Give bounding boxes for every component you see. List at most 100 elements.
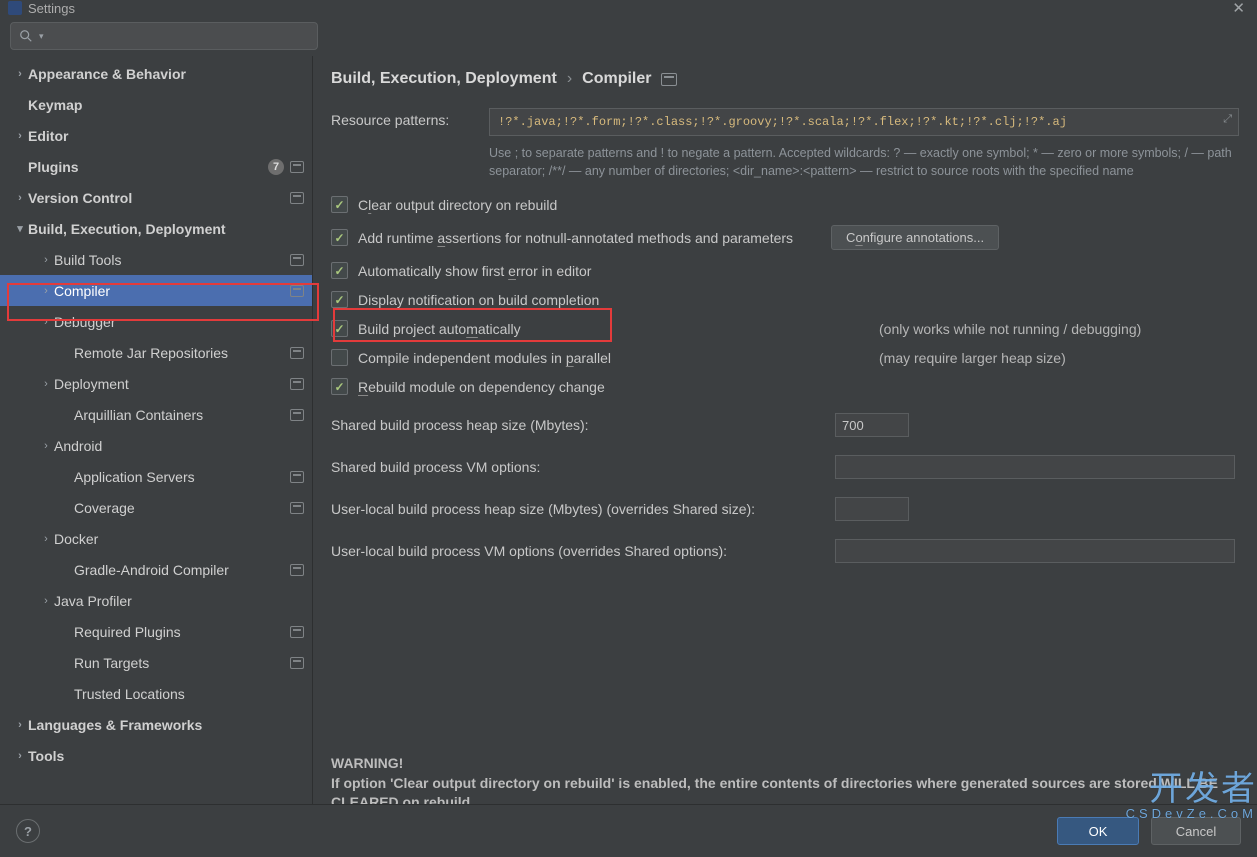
clear-output-label: Clear output directory on rebuild <box>358 197 557 213</box>
sidebar-item-keymap[interactable]: ·Keymap <box>0 89 312 120</box>
user-heap-input[interactable] <box>835 497 909 521</box>
sidebar-item-compiler[interactable]: ›Compiler <box>0 275 312 306</box>
expand-icon[interactable]: ⤢ <box>1223 114 1232 126</box>
sidebar-item-editor[interactable]: ›Editor <box>0 120 312 151</box>
sidebar-item-languages-frameworks[interactable]: ›Languages & Frameworks <box>0 709 312 740</box>
sidebar-item-label: Build, Execution, Deployment <box>28 221 304 237</box>
display-notification-checkbox[interactable] <box>331 291 348 308</box>
shared-heap-label: Shared build process heap size (Mbytes): <box>331 417 821 433</box>
runtime-assert-checkbox[interactable] <box>331 229 348 246</box>
sidebar-item-deployment[interactable]: ›Deployment <box>0 368 312 399</box>
shared-heap-input[interactable] <box>835 413 909 437</box>
chevron-none: · <box>58 688 74 700</box>
sidebar-item-plugins[interactable]: ·Plugins7 <box>0 151 312 182</box>
build-auto-note: (only works while not running / debuggin… <box>859 321 1239 337</box>
chevron-none: · <box>58 347 74 359</box>
sidebar-item-debugger[interactable]: ›Debugger <box>0 306 312 337</box>
sidebar-item-android[interactable]: ›Android <box>0 430 312 461</box>
sidebar-item-tools[interactable]: ›Tools <box>0 740 312 771</box>
resource-patterns-value: !?*.java;!?*.form;!?*.class;!?*.groovy;!… <box>498 115 1067 129</box>
runtime-assert-label: Add runtime assertions for notnull-annot… <box>358 230 793 246</box>
close-icon[interactable]: ✕ <box>1228 0 1249 17</box>
sidebar-item-version-control[interactable]: ›Version Control <box>0 182 312 213</box>
show-first-error-label: Automatically show first error in editor <box>358 263 591 279</box>
sidebar-item-run-targets[interactable]: ·Run Targets <box>0 647 312 678</box>
sidebar-item-appearance-behavior[interactable]: ›Appearance & Behavior <box>0 58 312 89</box>
chevron-right-icon: › <box>12 68 28 80</box>
chevron-none: · <box>58 657 74 669</box>
project-scope-icon <box>290 471 304 483</box>
search-caret-icon: ▾ <box>39 31 44 42</box>
sidebar-item-gradle-android-compiler[interactable]: ·Gradle-Android Compiler <box>0 554 312 585</box>
rebuild-dep-checkbox[interactable] <box>331 378 348 395</box>
sidebar-item-label: Run Targets <box>74 655 290 671</box>
sidebar-item-label: Java Profiler <box>54 593 304 609</box>
chevron-right-icon: › <box>38 378 54 390</box>
project-scope-icon <box>290 285 304 297</box>
project-scope-icon <box>290 657 304 669</box>
sidebar-item-label: Version Control <box>28 190 290 206</box>
sidebar-item-application-servers[interactable]: ·Application Servers <box>0 461 312 492</box>
chevron-none: · <box>58 502 74 514</box>
project-scope-icon <box>290 254 304 266</box>
sidebar-item-label: Trusted Locations <box>74 686 304 702</box>
window-title: Settings <box>28 1 75 16</box>
compile-parallel-note: (may require larger heap size) <box>859 350 1239 366</box>
ok-button[interactable]: OK <box>1057 817 1139 845</box>
compile-parallel-checkbox[interactable] <box>331 349 348 366</box>
chevron-right-icon: › <box>38 285 54 297</box>
chevron-right-icon: › <box>12 130 28 142</box>
sidebar-item-label: Arquillian Containers <box>74 407 290 423</box>
chevron-none: · <box>12 161 28 173</box>
breadcrumb: Build, Execution, Deployment › Compiler <box>331 64 1239 94</box>
shared-vm-input[interactable] <box>835 455 1235 479</box>
build-auto-checkbox[interactable] <box>331 320 348 337</box>
user-vm-input[interactable] <box>835 539 1235 563</box>
display-notification-label: Display notification on build completion <box>358 292 599 308</box>
build-auto-label: Build project automatically <box>358 321 521 337</box>
search-icon <box>19 29 33 43</box>
chevron-none: · <box>58 564 74 576</box>
breadcrumb-parent[interactable]: Build, Execution, Deployment <box>331 70 557 88</box>
configure-annotations-button[interactable]: Configure annotations... <box>831 225 999 250</box>
project-scope-icon <box>290 192 304 204</box>
chevron-none: · <box>58 471 74 483</box>
show-first-error-checkbox[interactable] <box>331 262 348 279</box>
compile-parallel-label: Compile independent modules in parallel <box>358 350 611 366</box>
user-vm-label: User-local build process VM options (ove… <box>331 543 821 559</box>
user-heap-label: User-local build process heap size (Mbyt… <box>331 501 821 517</box>
sidebar-item-label: Appearance & Behavior <box>28 66 304 82</box>
shared-vm-label: Shared build process VM options: <box>331 459 821 475</box>
sidebar-item-required-plugins[interactable]: ·Required Plugins <box>0 616 312 647</box>
chevron-right-icon: › <box>38 254 54 266</box>
sidebar-item-coverage[interactable]: ·Coverage <box>0 492 312 523</box>
settings-content: Build, Execution, Deployment › Compiler … <box>313 56 1257 813</box>
resource-patterns-input[interactable]: !?*.java;!?*.form;!?*.class;!?*.groovy;!… <box>489 108 1239 136</box>
sidebar-item-docker[interactable]: ›Docker <box>0 523 312 554</box>
sidebar-item-label: Keymap <box>28 97 304 113</box>
breadcrumb-current: Compiler <box>582 70 651 88</box>
sidebar-item-label: Plugins <box>28 159 268 175</box>
sidebar-item-label: Languages & Frameworks <box>28 717 304 733</box>
project-scope-icon <box>290 161 304 173</box>
sidebar-item-java-profiler[interactable]: ›Java Profiler <box>0 585 312 616</box>
sidebar-item-label: Tools <box>28 748 304 764</box>
settings-search-input[interactable] <box>50 28 309 44</box>
sidebar-item-remote-jar-repositories[interactable]: ·Remote Jar Repositories <box>0 337 312 368</box>
sidebar-item-label: Required Plugins <box>74 624 290 640</box>
sidebar-item-build-tools[interactable]: ›Build Tools <box>0 244 312 275</box>
chevron-none: · <box>58 409 74 421</box>
help-button[interactable]: ? <box>16 819 40 843</box>
sidebar-item-build-execution-deployment[interactable]: ▾Build, Execution, Deployment <box>0 213 312 244</box>
chevron-right-icon: › <box>38 595 54 607</box>
sidebar-item-trusted-locations[interactable]: ·Trusted Locations <box>0 678 312 709</box>
sidebar-item-label: Application Servers <box>74 469 290 485</box>
chevron-right-icon: › <box>12 719 28 731</box>
chevron-down-icon: ▾ <box>12 222 28 235</box>
sidebar-item-arquillian-containers[interactable]: ·Arquillian Containers <box>0 399 312 430</box>
project-scope-icon <box>290 564 304 576</box>
sidebar-item-label: Coverage <box>74 500 290 516</box>
settings-search-box[interactable]: ▾ <box>10 22 318 50</box>
cancel-button[interactable]: Cancel <box>1151 817 1241 845</box>
clear-output-checkbox[interactable] <box>331 196 348 213</box>
